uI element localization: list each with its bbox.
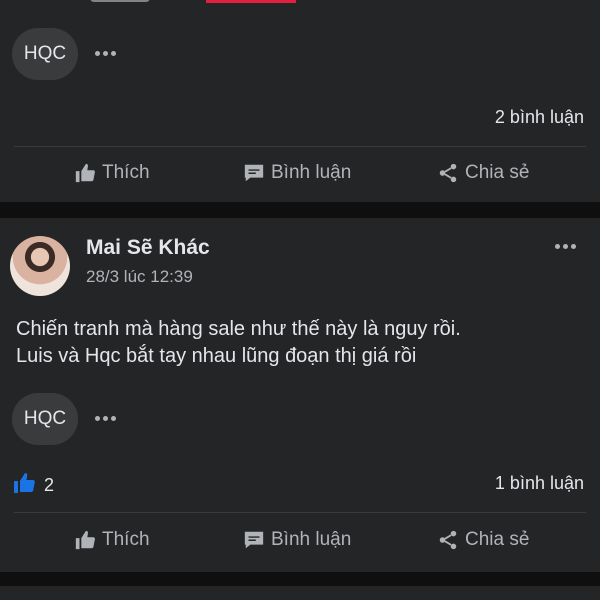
- comment-label: Bình luận: [271, 529, 352, 550]
- divider: [14, 146, 586, 147]
- post-timestamp[interactable]: 28/3 lúc 12:39: [86, 267, 193, 287]
- comment-count[interactable]: 1 bình luận: [495, 473, 584, 494]
- post-text-line: Luis và Hqc bắt tay nhau lũng đoạn thị g…: [16, 345, 417, 367]
- truncated-text-fragment: [90, 0, 150, 2]
- thumbs-up-icon: [12, 471, 36, 500]
- comment-count[interactable]: 2 bình luận: [495, 107, 584, 128]
- more-dots-icon[interactable]: [90, 408, 120, 428]
- post-text: Chiến tranh mà hàng sale như thế này là …: [16, 316, 586, 370]
- post-card: HQC 2 bình luận Thích Bình luận Chia sẻ: [0, 0, 600, 202]
- share-button[interactable]: Chia sẻ: [437, 529, 529, 551]
- comment-icon: [243, 162, 265, 184]
- reaction-chip[interactable]: HQC: [12, 393, 78, 445]
- post-author[interactable]: Mai Sẽ Khác: [86, 236, 210, 260]
- like-button[interactable]: Thích: [74, 529, 150, 551]
- share-icon: [437, 529, 459, 551]
- comment-icon: [243, 529, 265, 551]
- red-highlight-strip: [206, 0, 296, 3]
- next-post-card: [0, 586, 600, 600]
- comment-button[interactable]: Bình luận: [243, 529, 351, 551]
- share-icon: [437, 162, 459, 184]
- reaction-chip-label: HQC: [23, 43, 67, 64]
- like-summary[interactable]: 2: [12, 471, 54, 500]
- reaction-chip-label: HQC: [23, 408, 67, 429]
- divider: [14, 512, 586, 513]
- share-button[interactable]: Chia sẻ: [437, 162, 529, 184]
- share-label: Chia sẻ: [465, 162, 530, 183]
- reaction-chip[interactable]: HQC: [12, 28, 78, 80]
- thumbs-up-icon: [74, 529, 96, 551]
- like-label: Thích: [102, 529, 150, 550]
- more-dots-icon[interactable]: [550, 236, 580, 256]
- more-dots-icon[interactable]: [90, 43, 120, 63]
- comment-label: Bình luận: [271, 162, 352, 183]
- like-label: Thích: [102, 162, 150, 183]
- post-text-line: Chiến tranh mà hàng sale như thế này là …: [16, 318, 461, 340]
- comment-button[interactable]: Bình luận: [243, 162, 351, 184]
- like-button[interactable]: Thích: [74, 162, 150, 184]
- avatar[interactable]: [10, 236, 70, 296]
- like-count: 2: [44, 475, 55, 495]
- share-label: Chia sẻ: [465, 529, 530, 550]
- thumbs-up-icon: [74, 162, 96, 184]
